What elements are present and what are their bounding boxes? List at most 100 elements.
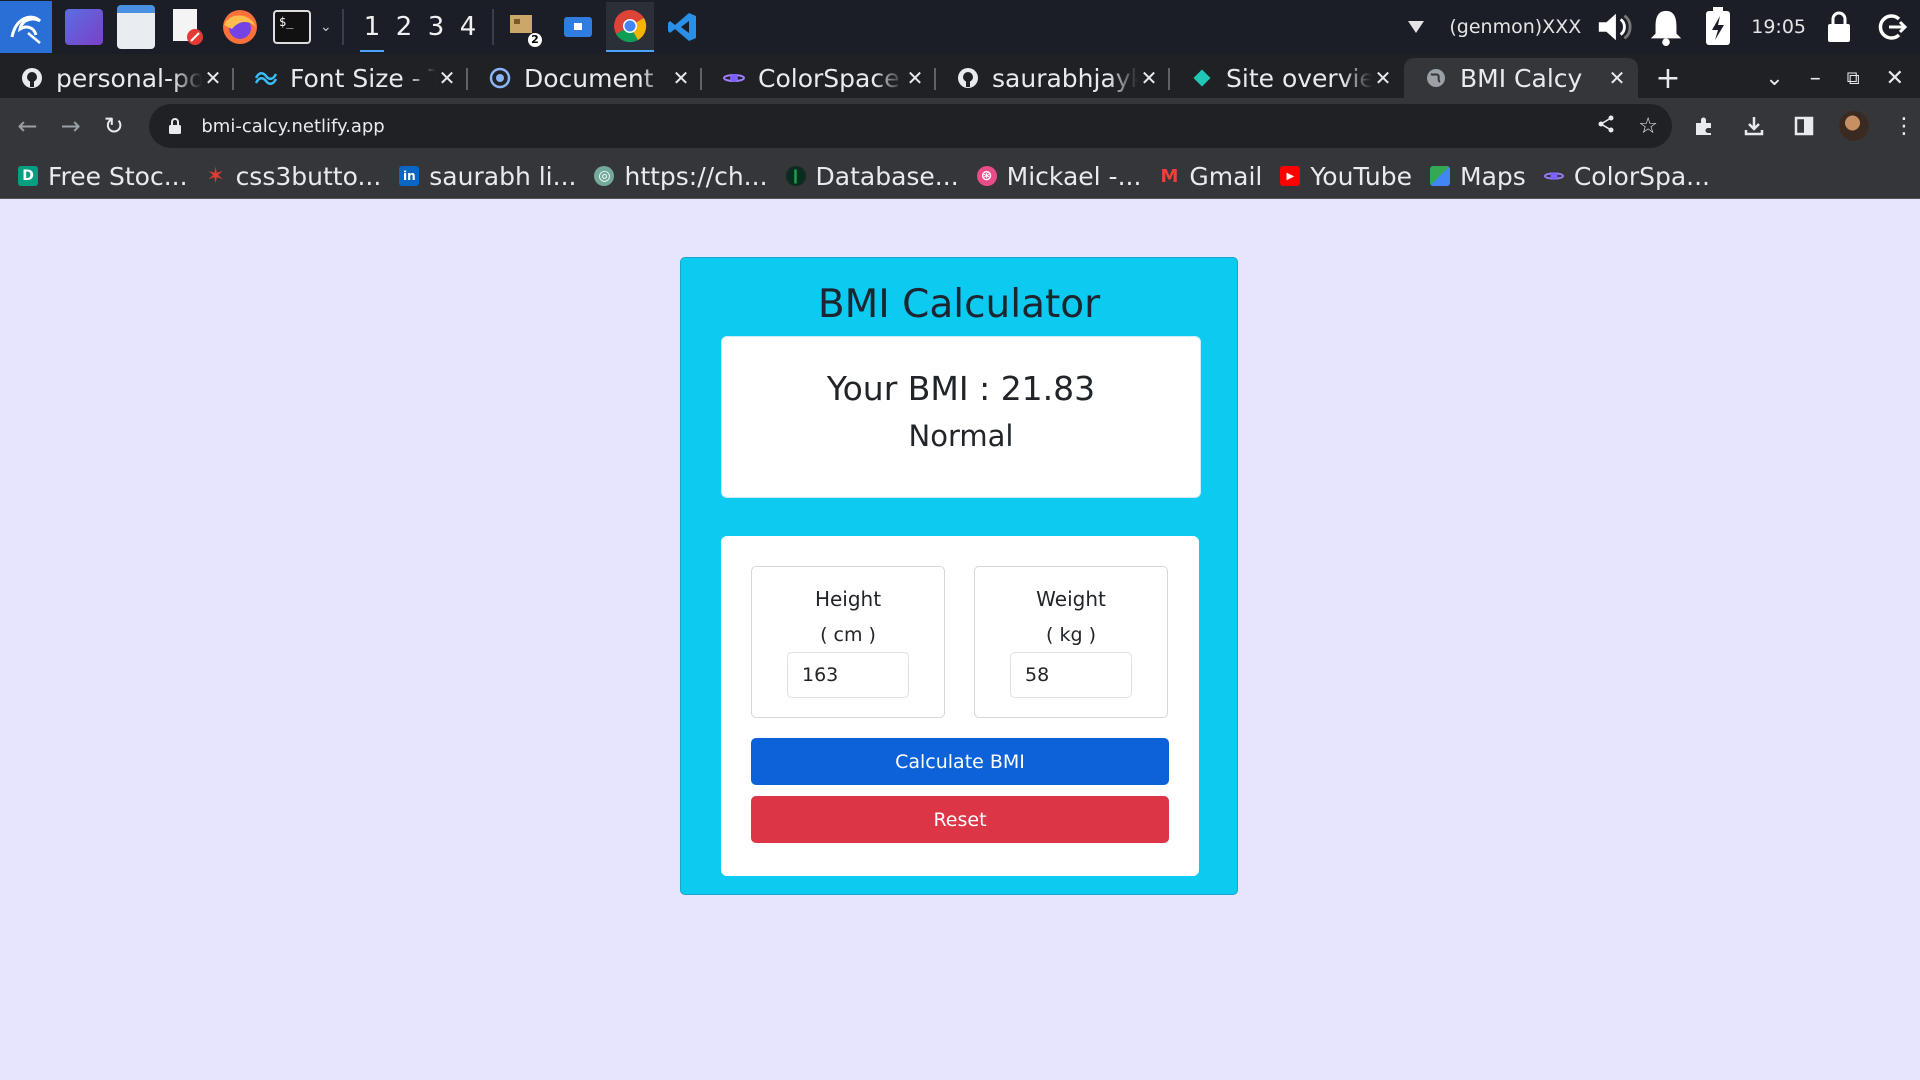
tab-close-icon[interactable]: ✕ bbox=[436, 66, 458, 90]
chrome-icon[interactable] bbox=[606, 2, 654, 52]
tab-close-icon[interactable]: ✕ bbox=[670, 66, 692, 90]
terminal-dropdown-icon[interactable]: ⌄ bbox=[320, 19, 334, 35]
kali-menu-icon[interactable] bbox=[0, 1, 52, 53]
bookmark-label: Database... bbox=[815, 161, 959, 191]
tab-document[interactable]: Document ✕ bbox=[468, 58, 702, 98]
linkedin-icon: in bbox=[399, 166, 420, 186]
lock-screen-icon[interactable] bbox=[1820, 8, 1858, 46]
text-editor-icon[interactable] bbox=[164, 3, 212, 51]
desktop-icon[interactable] bbox=[60, 3, 108, 51]
tab-title: Font Size - Ta bbox=[290, 63, 436, 93]
tab-personal-portfolio[interactable]: personal-por ✕ bbox=[0, 58, 234, 98]
minimize-icon[interactable]: – bbox=[1810, 66, 1821, 91]
tab-saurabh-github[interactable]: saurabhjayka ✕ bbox=[936, 58, 1170, 98]
share-icon[interactable] bbox=[1596, 114, 1616, 139]
netlify-icon bbox=[1190, 66, 1214, 90]
bookmark-label: Maps bbox=[1460, 161, 1526, 191]
tab-title: personal-por bbox=[56, 63, 202, 93]
tab-close-icon[interactable]: ✕ bbox=[1372, 66, 1394, 90]
bookmark-css3buttons[interactable]: ✶ css3butto... bbox=[206, 161, 382, 191]
lock-icon bbox=[169, 118, 182, 134]
tab-bmi-calcy[interactable]: BMI Calcy ✕ bbox=[1404, 58, 1638, 98]
bookmark-linkedin[interactable]: in saurabh li... bbox=[399, 162, 576, 191]
bookmark-youtube[interactable]: ▶ YouTube bbox=[1280, 162, 1412, 191]
new-tab-button[interactable]: + bbox=[1646, 58, 1690, 98]
bookmark-label: css3butto... bbox=[235, 161, 382, 191]
taskbar-separator bbox=[342, 9, 344, 45]
firefox-icon[interactable] bbox=[216, 3, 264, 51]
bookmark-label: Free Stoc... bbox=[48, 161, 188, 191]
bookmark-mickael[interactable]: ⊛ Mickael -... bbox=[976, 161, 1142, 191]
battery-charging-icon[interactable] bbox=[1699, 7, 1737, 46]
tab-colorspace[interactable]: ColorSpace - ✕ bbox=[702, 58, 936, 98]
star-icon: ✶ bbox=[206, 163, 225, 189]
workspace-1[interactable]: 1 bbox=[356, 2, 388, 52]
terminal-icon[interactable]: $_ bbox=[268, 3, 316, 51]
bookmark-gmail[interactable]: M Gmail bbox=[1159, 162, 1262, 191]
url-input[interactable] bbox=[199, 114, 1597, 138]
weight-label: Weight bbox=[1036, 587, 1106, 611]
bookmark-label: YouTube bbox=[1310, 161, 1413, 191]
volume-icon[interactable] bbox=[1595, 8, 1633, 46]
bmi-calculator-card: BMI Calculator Your BMI : 21.83 Normal H… bbox=[680, 257, 1238, 895]
page-viewport: BMI Calculator Your BMI : 21.83 Normal H… bbox=[0, 199, 1920, 1080]
tab-title: Site overview bbox=[1226, 63, 1372, 93]
reload-icon[interactable]: ↻ bbox=[94, 106, 133, 146]
browser-menu-icon[interactable]: ⋮ bbox=[1888, 110, 1920, 142]
calculate-bmi-button[interactable]: Calculate BMI bbox=[751, 738, 1169, 785]
address-bar[interactable]: ☆ bbox=[149, 104, 1672, 148]
bookmark-label: https://ch... bbox=[624, 161, 768, 191]
logout-icon[interactable] bbox=[1872, 8, 1910, 46]
browser-tab-strip: personal-por ✕ Font Size - Ta ✕ Document… bbox=[0, 54, 1920, 98]
restore-icon[interactable]: ⧉ bbox=[1847, 68, 1860, 89]
bookmark-maps[interactable]: Maps bbox=[1430, 162, 1526, 191]
bookmark-database[interactable]: ❙ Database... bbox=[785, 161, 959, 191]
back-icon[interactable]: ← bbox=[8, 106, 47, 146]
workspace-3[interactable]: 3 bbox=[420, 2, 452, 52]
side-panel-icon[interactable] bbox=[1788, 110, 1820, 142]
bookmark-star-icon[interactable]: ☆ bbox=[1638, 114, 1658, 139]
clock[interactable]: 19:05 bbox=[1751, 16, 1806, 38]
tab-close-icon[interactable]: ✕ bbox=[904, 66, 926, 90]
vscode-icon[interactable] bbox=[658, 3, 706, 51]
tab-font-size[interactable]: Font Size - Ta ✕ bbox=[234, 58, 468, 98]
youtube-icon: ▶ bbox=[1280, 166, 1301, 186]
tab-title: saurabhjayka bbox=[992, 63, 1138, 93]
tab-search-icon[interactable]: ⌄ bbox=[1765, 66, 1783, 91]
weight-input[interactable] bbox=[1010, 652, 1132, 698]
tab-site-overview[interactable]: Site overview ✕ bbox=[1170, 58, 1404, 98]
notification-bell-icon[interactable] bbox=[1647, 8, 1685, 46]
tab-title: Document bbox=[524, 63, 654, 93]
window-count-badge: 2 bbox=[528, 33, 542, 47]
globe-icon bbox=[1424, 66, 1448, 90]
colorspace-icon bbox=[1543, 166, 1564, 186]
extensions-icon[interactable] bbox=[1688, 110, 1720, 142]
tab-close-icon[interactable]: ✕ bbox=[1138, 66, 1160, 90]
forward-icon[interactable]: → bbox=[51, 106, 90, 146]
window-close-icon[interactable]: ✕ bbox=[1886, 66, 1904, 91]
workspace-2[interactable]: 2 bbox=[388, 2, 420, 52]
bookmark-colorspace[interactable]: ColorSpa... bbox=[1543, 162, 1710, 191]
bookmark-label: Gmail bbox=[1189, 161, 1263, 191]
os-taskbar: $_ ⌄ 1 2 3 4 2 (genmon)XXX 19:05 bbox=[0, 0, 1920, 54]
profile-avatar[interactable] bbox=[1838, 110, 1870, 142]
mongodb-icon: ❙ bbox=[785, 166, 806, 186]
bookmark-free-stock[interactable]: D Free Stoc... bbox=[18, 162, 188, 191]
reset-button[interactable]: Reset bbox=[751, 796, 1169, 843]
height-label: Height bbox=[814, 587, 882, 611]
wifi-icon[interactable] bbox=[1397, 8, 1435, 46]
calendar-app-icon[interactable] bbox=[554, 3, 602, 51]
download-icon[interactable] bbox=[1738, 110, 1770, 142]
pexels-icon: D bbox=[18, 166, 38, 186]
bookmark-label: Mickael -... bbox=[1006, 161, 1142, 191]
globe-icon bbox=[488, 66, 512, 90]
height-input[interactable] bbox=[787, 652, 909, 698]
bookmark-chatgpt[interactable]: ◎ https://ch... bbox=[594, 161, 768, 191]
tab-close-icon[interactable]: ✕ bbox=[202, 66, 224, 90]
tab-close-icon[interactable]: ✕ bbox=[1606, 66, 1628, 90]
workspace-4[interactable]: 4 bbox=[452, 2, 484, 52]
tailwind-icon bbox=[254, 66, 278, 90]
github-icon bbox=[20, 66, 44, 90]
window-group-icon[interactable]: 2 bbox=[502, 3, 550, 51]
file-manager-icon[interactable] bbox=[112, 3, 160, 51]
